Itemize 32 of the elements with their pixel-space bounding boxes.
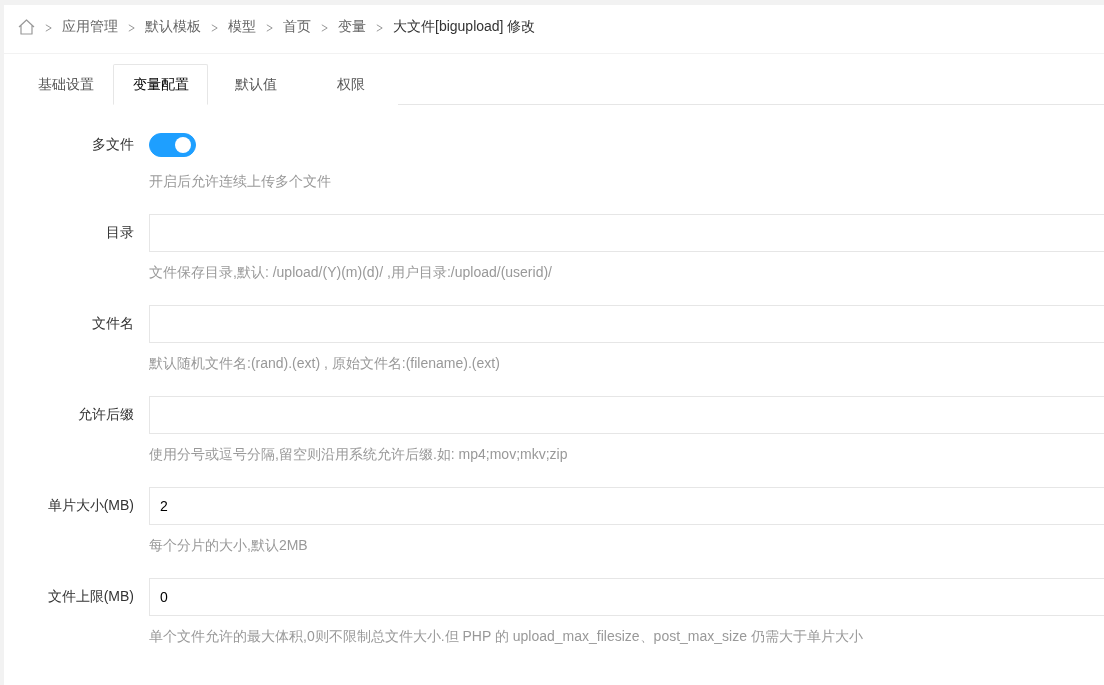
hint-text: 使用分号或逗号分隔,留空则沿用系统允许后缀.如: mp4;mov;mkv;zip [149, 444, 568, 464]
input-field[interactable]: 0 [149, 578, 1104, 616]
toggle-switch[interactable] [149, 133, 196, 157]
field-label: 文件上限(MB) [47, 587, 134, 606]
breadcrumb-link[interactable]: 变量 [338, 18, 366, 36]
field-label: 文件名 [92, 314, 134, 333]
hint-text: 单个文件允许的最大体积,0则不限制总文件大小.但 PHP 的 upload_max_filesize、post_max_size 仍需大于单片大小 [149, 626, 863, 646]
home-icon[interactable] [18, 19, 35, 35]
chevron-right-icon [211, 24, 218, 32]
input-field[interactable] [149, 305, 1104, 343]
breadcrumb-link[interactable]: 默认模板 [145, 18, 201, 36]
hint-text: 开启后允许连续上传多个文件 [149, 171, 331, 191]
breadcrumb-link[interactable]: 首页 [283, 18, 311, 36]
breadcrumb-link[interactable]: 模型 [228, 18, 256, 36]
input-field[interactable] [149, 214, 1104, 252]
input-field[interactable] [149, 396, 1104, 434]
chevron-right-icon [266, 24, 273, 32]
field-label: 允许后缀 [78, 405, 134, 424]
hint-text: 默认随机文件名:(rand).(ext) , 原始文件名:(filename).(ext) [149, 353, 500, 373]
field-label: 多文件 [92, 135, 134, 154]
input-field[interactable]: 2 [149, 487, 1104, 525]
chevron-right-icon [45, 24, 52, 32]
breadcrumb-current: 大文件[bigupload] 修改 [393, 18, 536, 36]
field-label: 目录 [106, 223, 134, 242]
hint-text: 每个分片的大小,默认2MB [149, 535, 308, 555]
breadcrumb-link[interactable]: 应用管理 [62, 18, 118, 36]
chevron-right-icon [376, 24, 383, 32]
tab[interactable]: 变量配置 [113, 64, 208, 105]
field-label: 单片大小(MB) [47, 496, 134, 515]
chevron-right-icon [321, 24, 328, 32]
hint-text: 文件保存目录,默认: /upload/(Y)(m)(d)/ ,用户目录:/upload/(userid)/ [149, 262, 552, 282]
chevron-right-icon [128, 24, 135, 32]
